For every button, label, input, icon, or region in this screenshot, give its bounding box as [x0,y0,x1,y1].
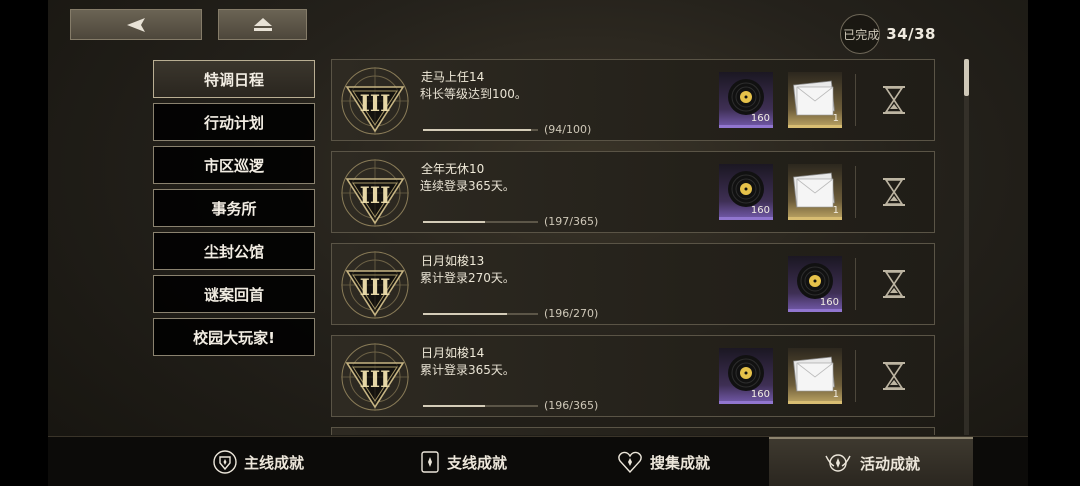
tab-main-achievements[interactable]: 主线成就 [198,437,318,486]
achievement-card[interactable]: III 日月如梭14 累计登录365天。 (196/365) 160 1 [331,335,935,417]
progress-bar [423,405,538,407]
progress-bar-fill [423,313,507,315]
reward-item[interactable]: 1 [788,164,842,220]
nav-item-office[interactable]: 事务所 [153,189,315,227]
scrollbar-thumb[interactable] [964,59,969,96]
achievement-title: 全年无休10 [421,162,485,176]
progress-bar-fill [423,405,486,407]
nav-item-special-schedule[interactable]: 特调日程 [153,60,315,98]
divider [855,74,856,126]
progress-bar [423,221,538,223]
reward-item[interactable]: 1 [788,72,842,128]
divider [855,258,856,310]
achievement-tab-bar: 主线成就 支线成就 搜集成就 活动成就 [48,436,1028,486]
achievement-description: 累计登录270天。 [420,271,515,285]
svg-text:III: III [360,183,391,209]
tab-side-achievements[interactable]: 支线成就 [403,437,523,486]
reward-quantity: 1 [832,389,839,400]
reward-item[interactable]: 160 [788,256,842,312]
reward-list: 160 1 [719,348,842,404]
achievement-title: 日月如梭13 [421,254,485,268]
achievement-card-partial[interactable] [331,427,935,435]
achievement-card[interactable]: III 日月如梭13 累计登录270天。 (196/270) 160 [331,243,935,325]
progress-value: (94/100) [544,123,592,136]
tab-label: 主线成就 [243,453,304,472]
eject-home-icon [253,17,272,31]
reward-list: 160 1 [719,72,842,128]
achievement-card[interactable]: III 全年无休10 连续登录365天。 (197/365) 160 1 [331,151,935,233]
achievement-emblem-icon: III [339,341,411,413]
hourglass-icon [881,269,907,299]
nav-item-dusty-mansion[interactable]: 尘封公馆 [153,232,315,270]
completed-label: 已完成 [840,14,881,54]
reward-item[interactable]: 1 [788,348,842,404]
achievement-description: 科长等级达到100。 [420,87,527,101]
svg-text:III: III [360,275,391,301]
nav-item-action-plan[interactable]: 行动计划 [153,103,315,141]
tab-label: 活动成就 [859,454,920,473]
hourglass-icon [881,361,907,391]
svg-text:III: III [360,367,391,393]
achievement-list[interactable]: III 走马上任14 科长等级达到100。 (94/100) 160 1 III… [331,59,935,435]
reward-quantity: 160 [819,297,839,308]
reward-quantity: 160 [750,113,770,124]
hourglass-icon [881,85,907,115]
achievement-emblem-icon: III [339,249,411,321]
shield-crest-icon [213,450,237,474]
winged-crest-icon [825,454,851,472]
progress-bar [423,129,538,131]
achievement-title: 走马上任14 [421,70,485,84]
nav-item-campus-player[interactable]: 校园大玩家! [153,318,315,356]
progress-value: (196/270) [544,307,599,320]
tab-label: 支线成就 [446,453,507,472]
achievement-emblem-icon: III [339,65,411,137]
nav-item-mystery-review[interactable]: 谜案回首 [153,275,315,313]
achievement-emblem-icon: III [339,157,411,229]
reward-quantity: 160 [750,205,770,216]
achievement-card[interactable]: III 走马上任14 科长等级达到100。 (94/100) 160 1 [331,59,935,141]
reward-item[interactable]: 160 [719,348,773,404]
divider [855,166,856,218]
reward-list: 160 1 [719,164,842,220]
tab-label: 搜集成就 [649,453,710,472]
reward-list: 160 [788,256,842,312]
achievement-description: 累计登录365天。 [420,363,515,377]
reward-quantity: 160 [750,389,770,400]
progress-bar-fill [423,221,486,223]
svg-text:III: III [360,91,391,117]
home-button[interactable] [218,9,307,40]
tab-event-achievements[interactable]: 活动成就 [769,437,973,486]
tab-collection-achievements[interactable]: 搜集成就 [603,437,723,486]
progress-bar-fill [423,129,532,131]
completion-progress: 已完成 34/38 [840,14,936,54]
reward-item[interactable]: 160 [719,72,773,128]
reward-item[interactable]: 160 [719,164,773,220]
hourglass-icon [881,177,907,207]
achievement-description: 连续登录365天。 [420,179,515,193]
achievement-title: 日月如梭14 [421,346,485,360]
card-crest-icon [421,451,439,473]
list-scrollbar[interactable] [964,59,969,435]
progress-bar [423,313,538,315]
progress-value: (197/365) [544,215,599,228]
reward-quantity: 1 [832,205,839,216]
nav-item-city-patrol[interactable]: 市区巡逻 [153,146,315,184]
reward-quantity: 1 [832,113,839,124]
back-button[interactable] [70,9,202,40]
achievement-screen: 已完成 34/38 特调日程 行动计划 市区巡逻 事务所 尘封公馆 谜案回首 校… [48,0,1028,486]
back-arrow-icon [127,17,145,32]
category-nav: 特调日程 行动计划 市区巡逻 事务所 尘封公馆 谜案回首 校园大玩家! [153,60,315,361]
progress-value: (196/365) [544,399,599,412]
divider [855,350,856,402]
heart-crest-icon [618,451,642,474]
completed-count: 34/38 [886,25,936,43]
